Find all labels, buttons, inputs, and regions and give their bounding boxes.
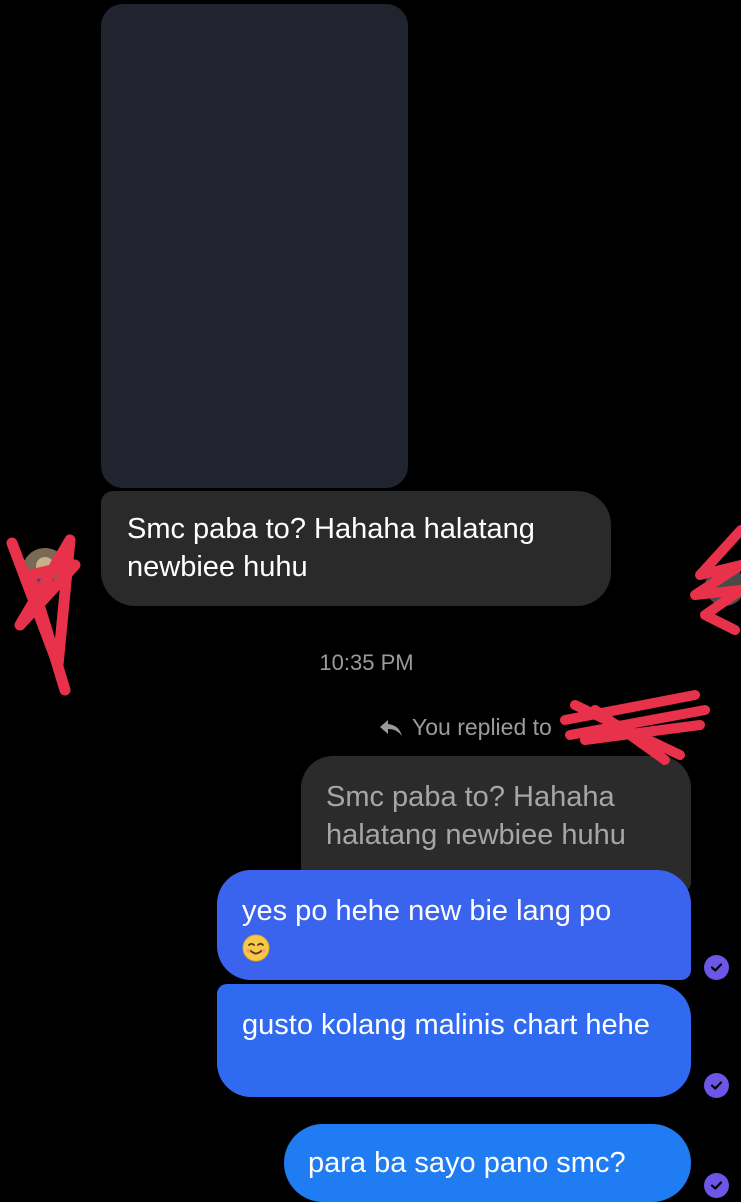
incoming-message-bubble[interactable]: Smc paba to? Hahaha halatang newbiee huh…	[101, 491, 611, 606]
message-timestamp: 10:35 PM	[319, 650, 414, 675]
incoming-message-text: Smc paba to? Hahaha halatang newbiee huh…	[127, 513, 535, 583]
outgoing-message-text-1: yes po hehe new bie lang po	[242, 895, 612, 927]
check-circle-icon	[704, 1173, 729, 1198]
sender-avatar[interactable]	[22, 548, 68, 594]
outgoing-message-text-2: gusto kolang malinis chart hehe	[242, 1009, 650, 1041]
outgoing-message-bubble-1[interactable]: yes po hehe new bie lang po	[217, 870, 691, 980]
reply-indicator: You replied to	[378, 714, 552, 741]
reply-indicator-label: You replied to	[412, 714, 552, 740]
check-circle-icon	[704, 955, 729, 980]
outgoing-message-text-3: para ba sayo pano smc?	[308, 1147, 626, 1179]
check-circle-icon	[704, 1073, 729, 1098]
outgoing-message-bubble-2[interactable]: gusto kolang malinis chart hehe	[217, 984, 691, 1097]
seen-avatar	[705, 566, 741, 606]
quoted-message-text: Smc paba to? Hahaha halatang newbiee huh…	[326, 781, 626, 851]
media-attachment[interactable]	[101, 4, 408, 488]
smiling-face-emoji-icon	[242, 934, 270, 962]
outgoing-message-bubble-3[interactable]: para ba sayo pano smc?	[284, 1124, 691, 1202]
redaction-scribble-left	[6, 534, 81, 696]
reply-arrow-icon	[380, 719, 402, 736]
